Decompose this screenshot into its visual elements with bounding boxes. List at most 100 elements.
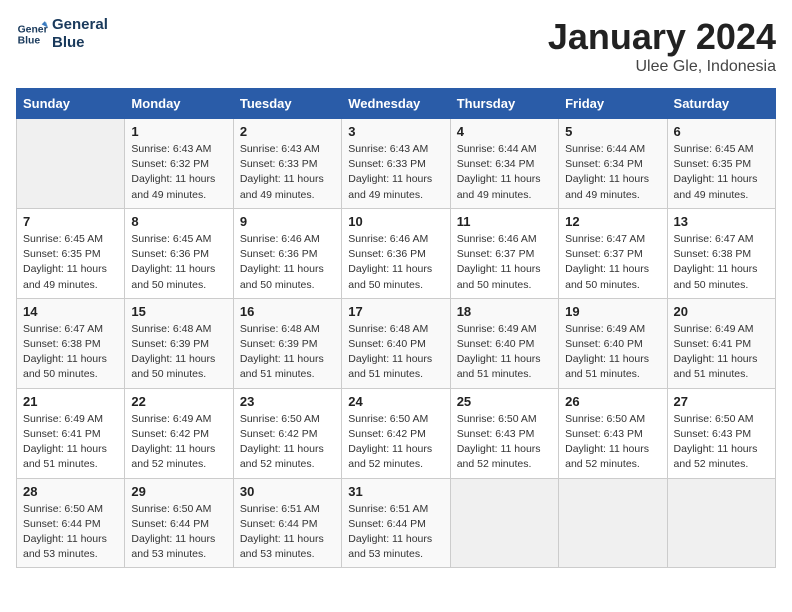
day-info: Sunrise: 6:45 AM Sunset: 6:36 PM Dayligh… xyxy=(131,232,226,293)
calendar-cell: 25 Sunrise: 6:50 AM Sunset: 6:43 PM Dayli… xyxy=(450,388,558,478)
day-info: Sunrise: 6:50 AM Sunset: 6:43 PM Dayligh… xyxy=(565,412,660,473)
calendar-cell: 6 Sunrise: 6:45 AM Sunset: 6:35 PM Daylig… xyxy=(667,119,775,209)
day-number: 7 xyxy=(23,214,118,229)
weekday-header: Wednesday xyxy=(342,89,450,119)
calendar-table: SundayMondayTuesdayWednesdayThursdayFrid… xyxy=(16,88,776,568)
svg-text:Blue: Blue xyxy=(18,36,41,47)
calendar-cell: 27Sunrise: 6:50 AM Sunset: 6:43 PM Dayli… xyxy=(667,388,775,478)
title-block: January 2024 Ulee Gle, Indonesia xyxy=(548,16,776,76)
calendar-cell: 14 Sunrise: 6:47 AM Sunset: 6:38 PM Dayli… xyxy=(17,298,125,388)
logo-text: GeneralBlue xyxy=(52,16,108,52)
calendar-cell: 20 Sunrise: 6:49 AM Sunset: 6:41 PM Dayli… xyxy=(667,298,775,388)
day-info: Sunrise: 6:44 AM Sunset: 6:34 PM Dayligh… xyxy=(457,142,552,203)
day-number: 8 xyxy=(131,214,226,229)
day-info: Sunrise: 6:51 AM Sunset: 6:44 PM Dayligh… xyxy=(240,502,335,563)
day-number: 5 xyxy=(565,124,660,139)
calendar-cell: 12Sunrise: 6:47 AM Sunset: 6:37 PM Dayli… xyxy=(559,208,667,298)
day-info: Sunrise: 6:46 AM Sunset: 6:36 PM Dayligh… xyxy=(240,232,335,293)
svg-text:General: General xyxy=(18,24,48,35)
day-number: 14 xyxy=(23,304,118,319)
day-info: Sunrise: 6:49 AM Sunset: 6:41 PM Dayligh… xyxy=(23,412,118,473)
day-info: Sunrise: 6:47 AM Sunset: 6:38 PM Dayligh… xyxy=(23,322,118,383)
day-info: Sunrise: 6:50 AM Sunset: 6:43 PM Dayligh… xyxy=(674,412,769,473)
day-info: Sunrise: 6:43 AM Sunset: 6:32 PM Dayligh… xyxy=(131,142,226,203)
calendar-week-row: 7 Sunrise: 6:45 AM Sunset: 6:35 PM Daylig… xyxy=(17,208,776,298)
calendar-cell: 13 Sunrise: 6:47 AM Sunset: 6:38 PM Dayli… xyxy=(667,208,775,298)
day-info: Sunrise: 6:50 AM Sunset: 6:42 PM Dayligh… xyxy=(348,412,443,473)
calendar-cell: 2 Sunrise: 6:43 AM Sunset: 6:33 PM Daylig… xyxy=(233,119,341,209)
calendar-cell: 21 Sunrise: 6:49 AM Sunset: 6:41 PM Dayli… xyxy=(17,388,125,478)
day-info: Sunrise: 6:49 AM Sunset: 6:42 PM Dayligh… xyxy=(131,412,226,473)
calendar-cell xyxy=(559,478,667,568)
day-info: Sunrise: 6:43 AM Sunset: 6:33 PM Dayligh… xyxy=(240,142,335,203)
day-number: 9 xyxy=(240,214,335,229)
calendar-cell xyxy=(667,478,775,568)
weekday-header: Tuesday xyxy=(233,89,341,119)
day-number: 17 xyxy=(348,304,443,319)
month-title: January 2024 xyxy=(548,16,776,58)
day-number: 31 xyxy=(348,484,443,499)
calendar-cell: 8 Sunrise: 6:45 AM Sunset: 6:36 PM Daylig… xyxy=(125,208,233,298)
day-number: 6 xyxy=(674,124,769,139)
day-info: Sunrise: 6:48 AM Sunset: 6:40 PM Dayligh… xyxy=(348,322,443,383)
day-info: Sunrise: 6:50 AM Sunset: 6:44 PM Dayligh… xyxy=(131,502,226,563)
day-info: Sunrise: 6:45 AM Sunset: 6:35 PM Dayligh… xyxy=(23,232,118,293)
day-number: 2 xyxy=(240,124,335,139)
calendar-cell: 3Sunrise: 6:43 AM Sunset: 6:33 PM Daylig… xyxy=(342,119,450,209)
calendar-week-row: 28Sunrise: 6:50 AM Sunset: 6:44 PM Dayli… xyxy=(17,478,776,568)
calendar-cell: 9 Sunrise: 6:46 AM Sunset: 6:36 PM Daylig… xyxy=(233,208,341,298)
day-info: Sunrise: 6:50 AM Sunset: 6:42 PM Dayligh… xyxy=(240,412,335,473)
day-number: 20 xyxy=(674,304,769,319)
day-info: Sunrise: 6:50 AM Sunset: 6:44 PM Dayligh… xyxy=(23,502,118,563)
calendar-cell xyxy=(450,478,558,568)
day-number: 30 xyxy=(240,484,335,499)
calendar-cell: 5 Sunrise: 6:44 AM Sunset: 6:34 PM Daylig… xyxy=(559,119,667,209)
day-info: Sunrise: 6:50 AM Sunset: 6:43 PM Dayligh… xyxy=(457,412,552,473)
day-number: 18 xyxy=(457,304,552,319)
calendar-cell: 30 Sunrise: 6:51 AM Sunset: 6:44 PM Dayli… xyxy=(233,478,341,568)
calendar-cell: 16Sunrise: 6:48 AM Sunset: 6:39 PM Dayli… xyxy=(233,298,341,388)
calendar-cell: 1Sunrise: 6:43 AM Sunset: 6:32 PM Daylig… xyxy=(125,119,233,209)
calendar-cell: 10 Sunrise: 6:46 AM Sunset: 6:36 PM Dayli… xyxy=(342,208,450,298)
day-number: 22 xyxy=(131,394,226,409)
calendar-week-row: 14 Sunrise: 6:47 AM Sunset: 6:38 PM Dayli… xyxy=(17,298,776,388)
calendar-cell: 19Sunrise: 6:49 AM Sunset: 6:40 PM Dayli… xyxy=(559,298,667,388)
day-info: Sunrise: 6:46 AM Sunset: 6:37 PM Dayligh… xyxy=(457,232,552,293)
day-info: Sunrise: 6:49 AM Sunset: 6:41 PM Dayligh… xyxy=(674,322,769,383)
day-number: 25 xyxy=(457,394,552,409)
day-number: 13 xyxy=(674,214,769,229)
logo-icon: General Blue xyxy=(16,18,48,50)
weekday-header-row: SundayMondayTuesdayWednesdayThursdayFrid… xyxy=(17,89,776,119)
day-info: Sunrise: 6:48 AM Sunset: 6:39 PM Dayligh… xyxy=(240,322,335,383)
weekday-header: Thursday xyxy=(450,89,558,119)
location: Ulee Gle, Indonesia xyxy=(548,58,776,76)
day-info: Sunrise: 6:45 AM Sunset: 6:35 PM Dayligh… xyxy=(674,142,769,203)
day-number: 26 xyxy=(565,394,660,409)
calendar-cell: 23 Sunrise: 6:50 AM Sunset: 6:42 PM Dayli… xyxy=(233,388,341,478)
calendar-cell: 26 Sunrise: 6:50 AM Sunset: 6:43 PM Dayli… xyxy=(559,388,667,478)
calendar-week-row: 1Sunrise: 6:43 AM Sunset: 6:32 PM Daylig… xyxy=(17,119,776,209)
day-number: 29 xyxy=(131,484,226,499)
day-number: 21 xyxy=(23,394,118,409)
calendar-cell: 17 Sunrise: 6:48 AM Sunset: 6:40 PM Dayli… xyxy=(342,298,450,388)
day-info: Sunrise: 6:49 AM Sunset: 6:40 PM Dayligh… xyxy=(565,322,660,383)
calendar-week-row: 21 Sunrise: 6:49 AM Sunset: 6:41 PM Dayli… xyxy=(17,388,776,478)
day-number: 23 xyxy=(240,394,335,409)
day-info: Sunrise: 6:44 AM Sunset: 6:34 PM Dayligh… xyxy=(565,142,660,203)
weekday-header: Saturday xyxy=(667,89,775,119)
calendar-cell: 4Sunrise: 6:44 AM Sunset: 6:34 PM Daylig… xyxy=(450,119,558,209)
day-info: Sunrise: 6:47 AM Sunset: 6:38 PM Dayligh… xyxy=(674,232,769,293)
calendar-cell: 11 Sunrise: 6:46 AM Sunset: 6:37 PM Dayli… xyxy=(450,208,558,298)
day-info: Sunrise: 6:51 AM Sunset: 6:44 PM Dayligh… xyxy=(348,502,443,563)
calendar-cell: 22 Sunrise: 6:49 AM Sunset: 6:42 PM Dayli… xyxy=(125,388,233,478)
day-number: 11 xyxy=(457,214,552,229)
day-info: Sunrise: 6:48 AM Sunset: 6:39 PM Dayligh… xyxy=(131,322,226,383)
weekday-header: Sunday xyxy=(17,89,125,119)
day-info: Sunrise: 6:49 AM Sunset: 6:40 PM Dayligh… xyxy=(457,322,552,383)
day-info: Sunrise: 6:46 AM Sunset: 6:36 PM Dayligh… xyxy=(348,232,443,293)
day-number: 10 xyxy=(348,214,443,229)
day-info: Sunrise: 6:43 AM Sunset: 6:33 PM Dayligh… xyxy=(348,142,443,203)
calendar-cell: 7 Sunrise: 6:45 AM Sunset: 6:35 PM Daylig… xyxy=(17,208,125,298)
page-header: General Blue GeneralBlue January 2024 Ul… xyxy=(16,16,776,76)
day-number: 24 xyxy=(348,394,443,409)
